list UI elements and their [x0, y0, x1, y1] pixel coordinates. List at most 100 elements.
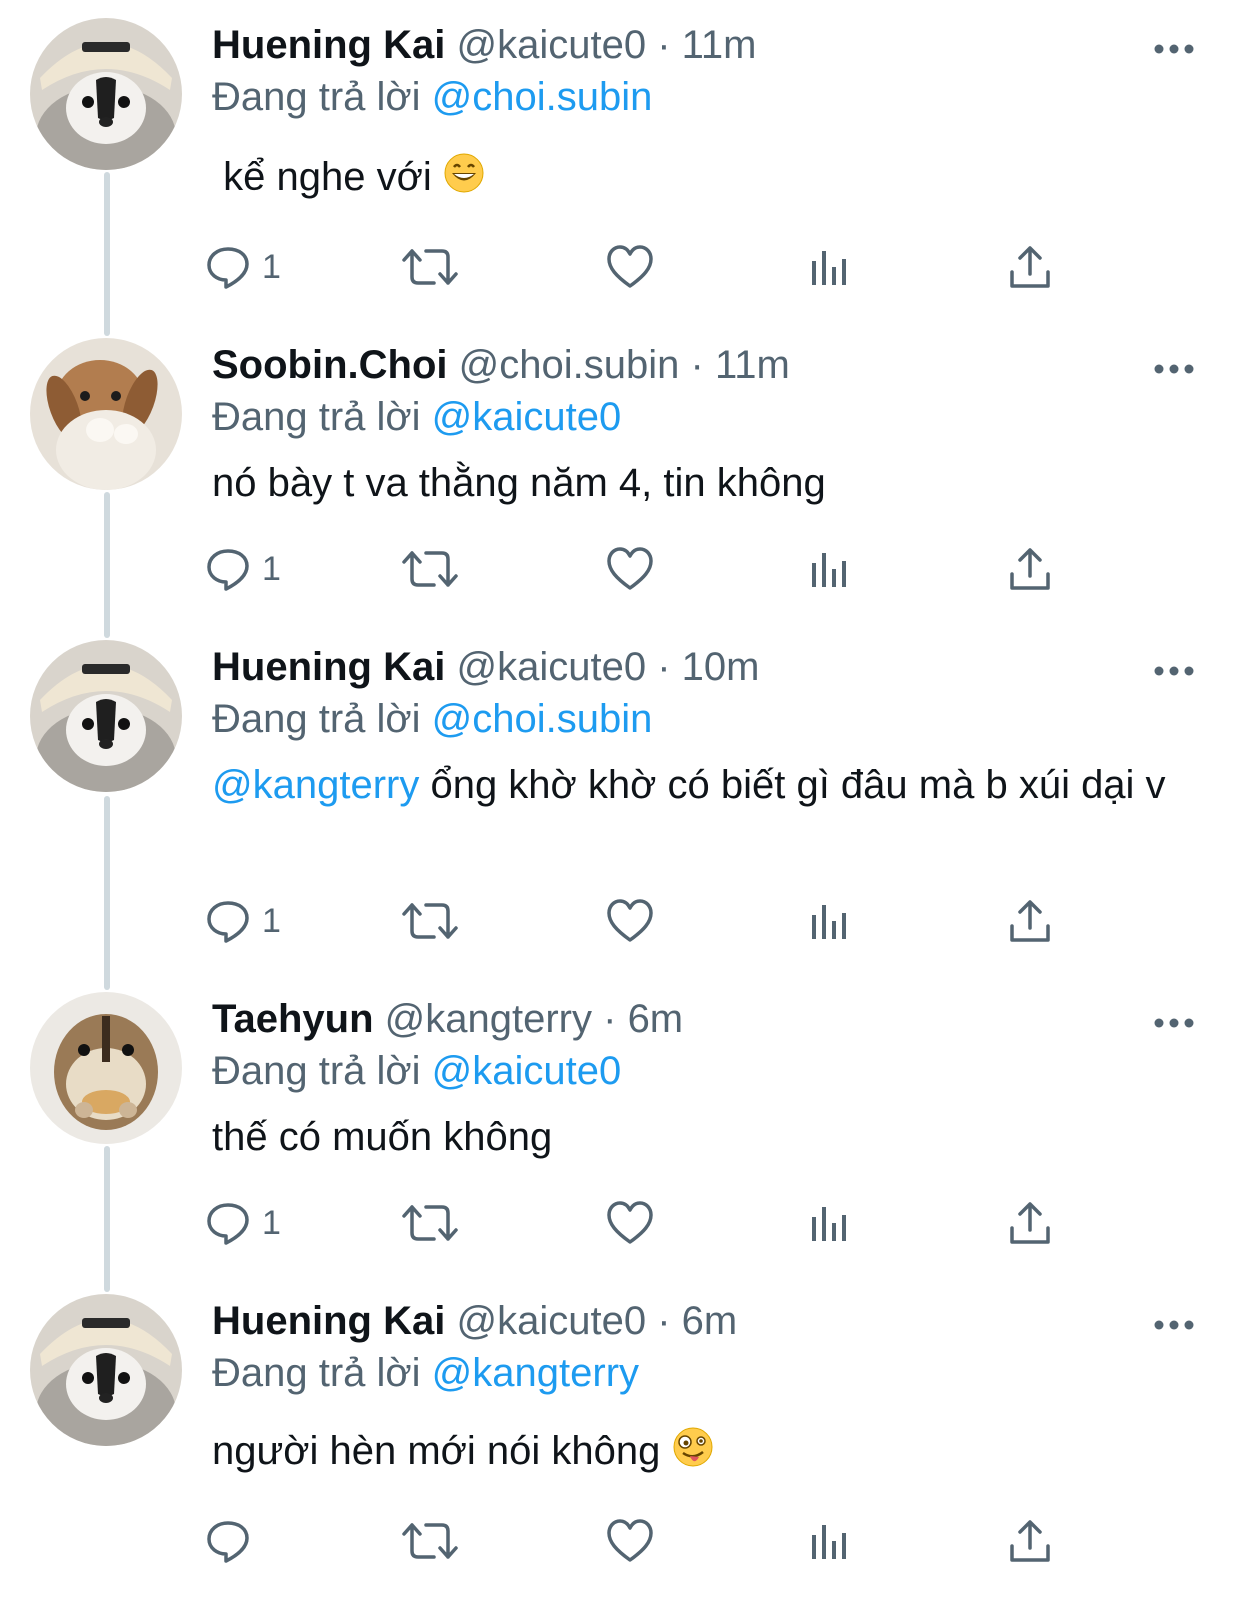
tweet-text-content: ổng khờ khờ có biết gì đâu mà b xúi dại … [419, 763, 1166, 807]
timestamp[interactable]: 11m [715, 343, 790, 387]
replying-to-label: Đang trả lời [212, 75, 421, 119]
like-button[interactable] [606, 544, 654, 594]
views-button[interactable] [810, 544, 850, 594]
retweet-icon [402, 1523, 458, 1559]
handle[interactable]: @kaicute0 [456, 1299, 646, 1343]
avatar[interactable] [30, 1294, 182, 1446]
thread-line [104, 1146, 110, 1292]
text-mention[interactable]: @kangterry [212, 763, 419, 807]
reply-to-mention[interactable]: @choi.subin [432, 75, 653, 119]
reply-to-mention[interactable]: @choi.subin [432, 697, 653, 741]
like-button[interactable] [606, 896, 654, 946]
more-dots-icon [1154, 666, 1194, 676]
replying-to: Đang trả lời @choi.subin [212, 72, 652, 122]
views-button[interactable] [810, 1516, 850, 1566]
tweet-header: Soobin.Choi @choi.subin · 11m [212, 340, 790, 390]
reply-count: 1 [262, 549, 281, 588]
reply-to-mention[interactable]: @kangterry [432, 1351, 639, 1395]
heart-icon [607, 547, 653, 590]
reply-count: 1 [262, 901, 281, 940]
zany-face-emoji [672, 1426, 714, 1480]
chipmunk-avatar [30, 992, 182, 1144]
tweet-text-content: thế có muốn không [212, 1115, 553, 1159]
tweet-text: nó bày t va thằng năm 4, tin không [212, 458, 1172, 508]
replying-to-label: Đang trả lời [212, 395, 421, 439]
timestamp[interactable]: 6m [682, 1299, 738, 1343]
display-name[interactable]: Huening Kai [212, 23, 445, 67]
handle[interactable]: @choi.subin [459, 343, 680, 387]
retweet-button[interactable] [402, 1198, 458, 1248]
share-icon [1010, 900, 1050, 942]
handle[interactable]: @kaicute0 [456, 23, 646, 67]
timestamp[interactable]: 10m [682, 645, 760, 689]
tweet-actions: 1 [207, 242, 1092, 292]
retweet-button[interactable] [402, 896, 458, 946]
avatar[interactable] [30, 18, 182, 170]
retweet-button[interactable] [402, 242, 458, 292]
retweet-button[interactable] [402, 1516, 458, 1566]
avatar[interactable] [30, 992, 182, 1144]
share-icon [1010, 1202, 1050, 1244]
like-button[interactable] [606, 242, 654, 292]
reply-button[interactable]: 1 [204, 242, 281, 292]
reply-button[interactable]: 1 [204, 1198, 281, 1248]
timestamp[interactable]: 11m [682, 23, 757, 67]
reply-icon [207, 1521, 249, 1563]
share-button[interactable] [1008, 544, 1052, 594]
display-name[interactable]: Taehyun [212, 997, 374, 1041]
views-button[interactable] [810, 242, 850, 292]
heart-icon [607, 1201, 653, 1244]
reply-button[interactable]: 1 [204, 896, 281, 946]
reply-button[interactable] [204, 1516, 262, 1566]
more-options-button[interactable] [1154, 1018, 1194, 1028]
tweet-actions: 1 [207, 896, 1092, 946]
reply-to-mention[interactable]: @kaicute0 [432, 395, 622, 439]
reply-count: 1 [262, 247, 281, 286]
tweet-actions: 1 [207, 544, 1092, 594]
display-name[interactable]: Huening Kai [212, 1299, 445, 1343]
share-button[interactable] [1008, 1198, 1052, 1248]
timestamp[interactable]: 6m [628, 997, 684, 1041]
retweet-icon [402, 249, 458, 285]
bunny-avatar [30, 338, 182, 490]
more-options-button[interactable] [1154, 44, 1194, 54]
thread-line [104, 796, 110, 990]
display-name[interactable]: Huening Kai [212, 645, 445, 689]
tweet-actions: 1 [207, 1198, 1092, 1248]
share-icon [1010, 246, 1050, 288]
share-icon [1010, 548, 1050, 590]
separator: · [657, 645, 671, 689]
thread-line [104, 172, 110, 336]
replying-to: Đang trả lời @kangterry [212, 1348, 639, 1398]
more-dots-icon [1154, 364, 1194, 374]
avatar[interactable] [30, 640, 182, 792]
analytics-icon [812, 905, 846, 939]
more-dots-icon [1154, 44, 1194, 54]
retweet-icon [402, 551, 458, 587]
views-button[interactable] [810, 896, 850, 946]
display-name[interactable]: Soobin.Choi [212, 343, 448, 387]
share-button[interactable] [1008, 1516, 1052, 1566]
more-options-button[interactable] [1154, 364, 1194, 374]
separator: · [690, 343, 704, 387]
avatar[interactable] [30, 338, 182, 490]
views-button[interactable] [810, 1198, 850, 1248]
retweet-button[interactable] [402, 544, 458, 594]
like-button[interactable] [606, 1516, 654, 1566]
heart-icon [607, 899, 653, 942]
reply-button[interactable]: 1 [204, 544, 281, 594]
reply-to-mention[interactable]: @kaicute0 [432, 1049, 622, 1093]
handle[interactable]: @kangterry [385, 997, 592, 1041]
reply-icon [207, 901, 249, 943]
more-options-button[interactable] [1154, 1320, 1194, 1330]
share-button[interactable] [1008, 896, 1052, 946]
analytics-icon [812, 1207, 846, 1241]
like-button[interactable] [606, 1198, 654, 1248]
share-button[interactable] [1008, 242, 1052, 292]
replying-to: Đang trả lời @kaicute0 [212, 1046, 621, 1096]
more-options-button[interactable] [1154, 666, 1194, 676]
handle[interactable]: @kaicute0 [456, 645, 646, 689]
tweet-header: Huening Kai @kaicute0 · 10m [212, 642, 759, 692]
tweet-text-content: nó bày t va thằng năm 4, tin không [212, 461, 826, 505]
tweet-text-content: kể nghe với [223, 155, 432, 199]
